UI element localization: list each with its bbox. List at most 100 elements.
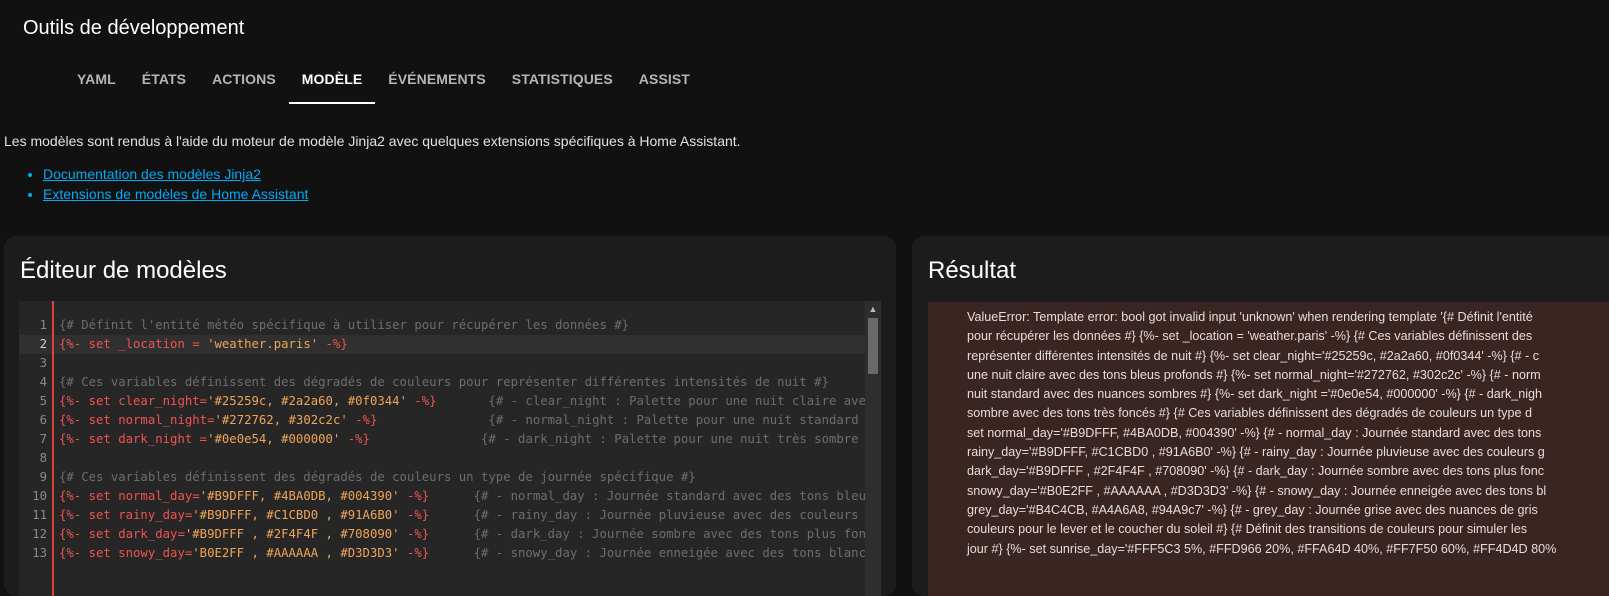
result-title: Résultat [928,257,1017,284]
code-token: -%} [347,413,378,427]
line-number: 1 [39,318,47,332]
error-text-line: sombre avec des tons très foncés #} {# C… [967,406,1532,421]
list-item: Extensions de modèles de Home Assistant [43,184,308,204]
code-text: {%- set _location = 'weather.paris' -%} [59,335,348,354]
template-editor-card: Éditeur de modèles 13 {%- set snowy_day='… [4,236,896,596]
code-token: {%- set dark_night = [59,432,208,446]
code-line[interactable]: 6 {%- set normal_night='#272762, #302c2c'… [19,411,881,430]
code-line[interactable]: 7 {%- set dark_night ='#0e0e54, #000000' … [19,430,881,449]
code-text: {# Ces variables définissent des dégradé… [59,373,829,392]
error-text-line: grey_day='#B4C4CB, #A4A6A8, #94A9c7' -%}… [967,502,1538,517]
code-text: {%- set dark_night ='#0e0e54, #000000' -… [59,430,881,449]
code-text: {%- set snowy_day='B0E2FF , #AAAAAA , #D… [59,544,881,563]
line-number: 8 [39,451,47,465]
error-text-line: jour #} {%- set sunrise_day='#FFF5C3 5%,… [967,541,1557,556]
code-token: {# Ces variables définissent des dégradé… [59,470,696,484]
error-text-line: nuit standard avec des nuances sombres #… [967,387,1543,402]
code-text: {%- set normal_day='#B9DFFF, #4BA0DB, #0… [59,487,881,506]
tab-actions[interactable]: ACTIONS [199,58,289,104]
code-line[interactable]: 5 {%- set clear_night='#25259c, #2a2a60, … [19,392,881,411]
line-number: 11 [32,508,47,522]
code-token: '#0e0e54, #000000' [207,432,341,446]
editor-title: Éditeur de modèles [20,257,227,284]
scroll-up-arrow-icon[interactable]: ▲ [865,302,881,316]
line-number: 13 [32,546,47,560]
code-token: {# - rainy_day : Journée pluvieuse avec … [473,508,881,522]
line-number: 12 [32,527,47,541]
code-text: {%- set clear_night='#25259c, #2a2a60, #… [59,392,881,411]
code-line[interactable]: 9 {# Ces variables définissent des dégrad… [19,468,865,487]
error-text-line: ValueError: Template error: bool got inv… [967,310,1533,324]
line-number: 10 [32,489,47,503]
list-item: Documentation des modèles Jinja2 [43,164,308,184]
line-number: 7 [39,432,47,446]
editor-scrollbar[interactable]: ▲ [865,301,881,596]
code-line[interactable]: 12 {%- set dark_day='#B9DFFF , #2F4F4F , … [19,525,881,544]
code-token: {%- set normal_night= [59,413,215,427]
intro-text: Les modèles sont rendus à l'aide du mote… [4,133,741,149]
code-token: -%} [399,489,430,503]
error-message-box: ValueError: Template error: bool got inv… [928,302,1609,596]
code-editor[interactable]: 13 {%- set snowy_day='B0E2FF , #AAAAAA , … [19,301,881,596]
code-token: {%- set rainy_day= [59,508,193,522]
code-token: {# - clear_night : Palette pour une nuit… [488,394,881,408]
line-number: 6 [39,413,47,427]
code-token: {# Ces variables définissent des dégradé… [59,375,829,389]
tab-modele[interactable]: MODÈLE [288,58,376,104]
code-token: -%} [318,337,348,351]
code-line[interactable]: 2 {%- set _location = 'weather.paris' -%} [19,335,865,354]
tab-etats[interactable]: ÉTATS [129,58,199,104]
tab-assist[interactable]: ASSIST [626,58,703,104]
ha-extensions-link[interactable]: Extensions de modèles de Home Assistant [43,186,308,202]
code-token: {# - snowy_day : Journée enneigée avec d… [429,546,881,560]
code-line[interactable]: 3 [19,354,865,373]
code-token: {%- set clear_night= [59,394,208,408]
error-text-line: snowy_day='#B0E2FF , #AAAAAA , #D3D3D3' … [967,483,1547,498]
code-token: {%- set _location = [59,337,208,351]
error-indicator-line [52,301,54,596]
code-token: {# - normal_day : Journée standard avec … [429,489,881,503]
error-text-line: dark_day='#B9DFFF , #2F4F4F , #708090' -… [967,464,1545,479]
code-token: '#B9DFFF, #C1CBD0 , #91A6B0' [192,508,400,522]
tab-statistiques[interactable]: STATISTIQUES [499,58,626,104]
page-title: Outils de développement [23,17,245,39]
code-text: {%- set dark_day='#B9DFFF , #2F4F4F , #7… [59,525,881,544]
code-line[interactable]: 8 [19,449,865,468]
error-text-line: set normal_day='#B9DFFF, #4BA0DB, #00439… [967,425,1542,440]
code-token: {%- set snowy_day= [59,546,193,560]
line-number: 5 [39,394,47,408]
code-token: -%} [399,508,430,522]
jinja2-docs-link[interactable]: Documentation des modèles Jinja2 [43,166,261,182]
code-line[interactable]: 10 {%- set normal_day='#B9DFFF, #4BA0DB, … [19,487,881,506]
code-token: {# - dark_day : Journée sombre avec des … [429,527,881,541]
code-line[interactable]: 13 {%- set snowy_day='B0E2FF , #AAAAAA , … [19,544,881,563]
tab-evenements[interactable]: ÉVÉNEMENTS [375,58,498,104]
code-line[interactable]: 11 {%- set rainy_day='#B9DFFF, #C1CBD0 , … [19,506,881,525]
code-token: '#272762, #302c2c' [214,413,348,427]
tab-yaml[interactable]: YAML [64,58,129,104]
code-token: '#25259c, #2a2a60, #0f0344' [207,394,407,408]
code-token: 'B0E2FF , #AAAAAA , #D3D3D3' [192,546,400,560]
code-token: 'weather.paris' [207,337,319,351]
tab-bar: YAML ÉTATS ACTIONS MODÈLE ÉVÉNEMENTS STATISTI… [64,58,703,104]
documentation-links: Documentation des modèles Jinja2 Extensi… [24,164,308,204]
code-token: -%} [340,432,370,446]
code-token: -%} [399,527,430,541]
code-text: {# Définit l'entité météo spécifique à u… [59,316,629,335]
line-number: 9 [39,470,47,484]
line-number: 4 [39,375,47,389]
scrollbar-thumb[interactable] [868,318,878,374]
error-text-line: pour récupérer les données #} {%- set _l… [967,329,1533,344]
code-text: {# Ces variables définissent des dégradé… [59,468,696,487]
code-token: {%- set dark_day= [59,527,185,541]
code-text: {%- set normal_night='#272762, #302c2c' … [59,411,881,430]
code-line[interactable]: 4 {# Ces variables définissent des dégrad… [19,373,865,392]
code-line[interactable]: 1 {# Définit l'entité météo spécifique à … [19,316,865,335]
code-token: -%} [406,394,437,408]
line-number: 2 [39,337,47,351]
line-number: 3 [39,356,47,370]
code-token: '#B9DFFF , #2F4F4F , #708090' [184,527,400,541]
error-message: ValueError: Template error: bool got inv… [967,308,1609,559]
code-token: -%} [399,546,430,560]
error-text-line: une nuit claire avec des tons bleus prof… [967,367,1541,382]
